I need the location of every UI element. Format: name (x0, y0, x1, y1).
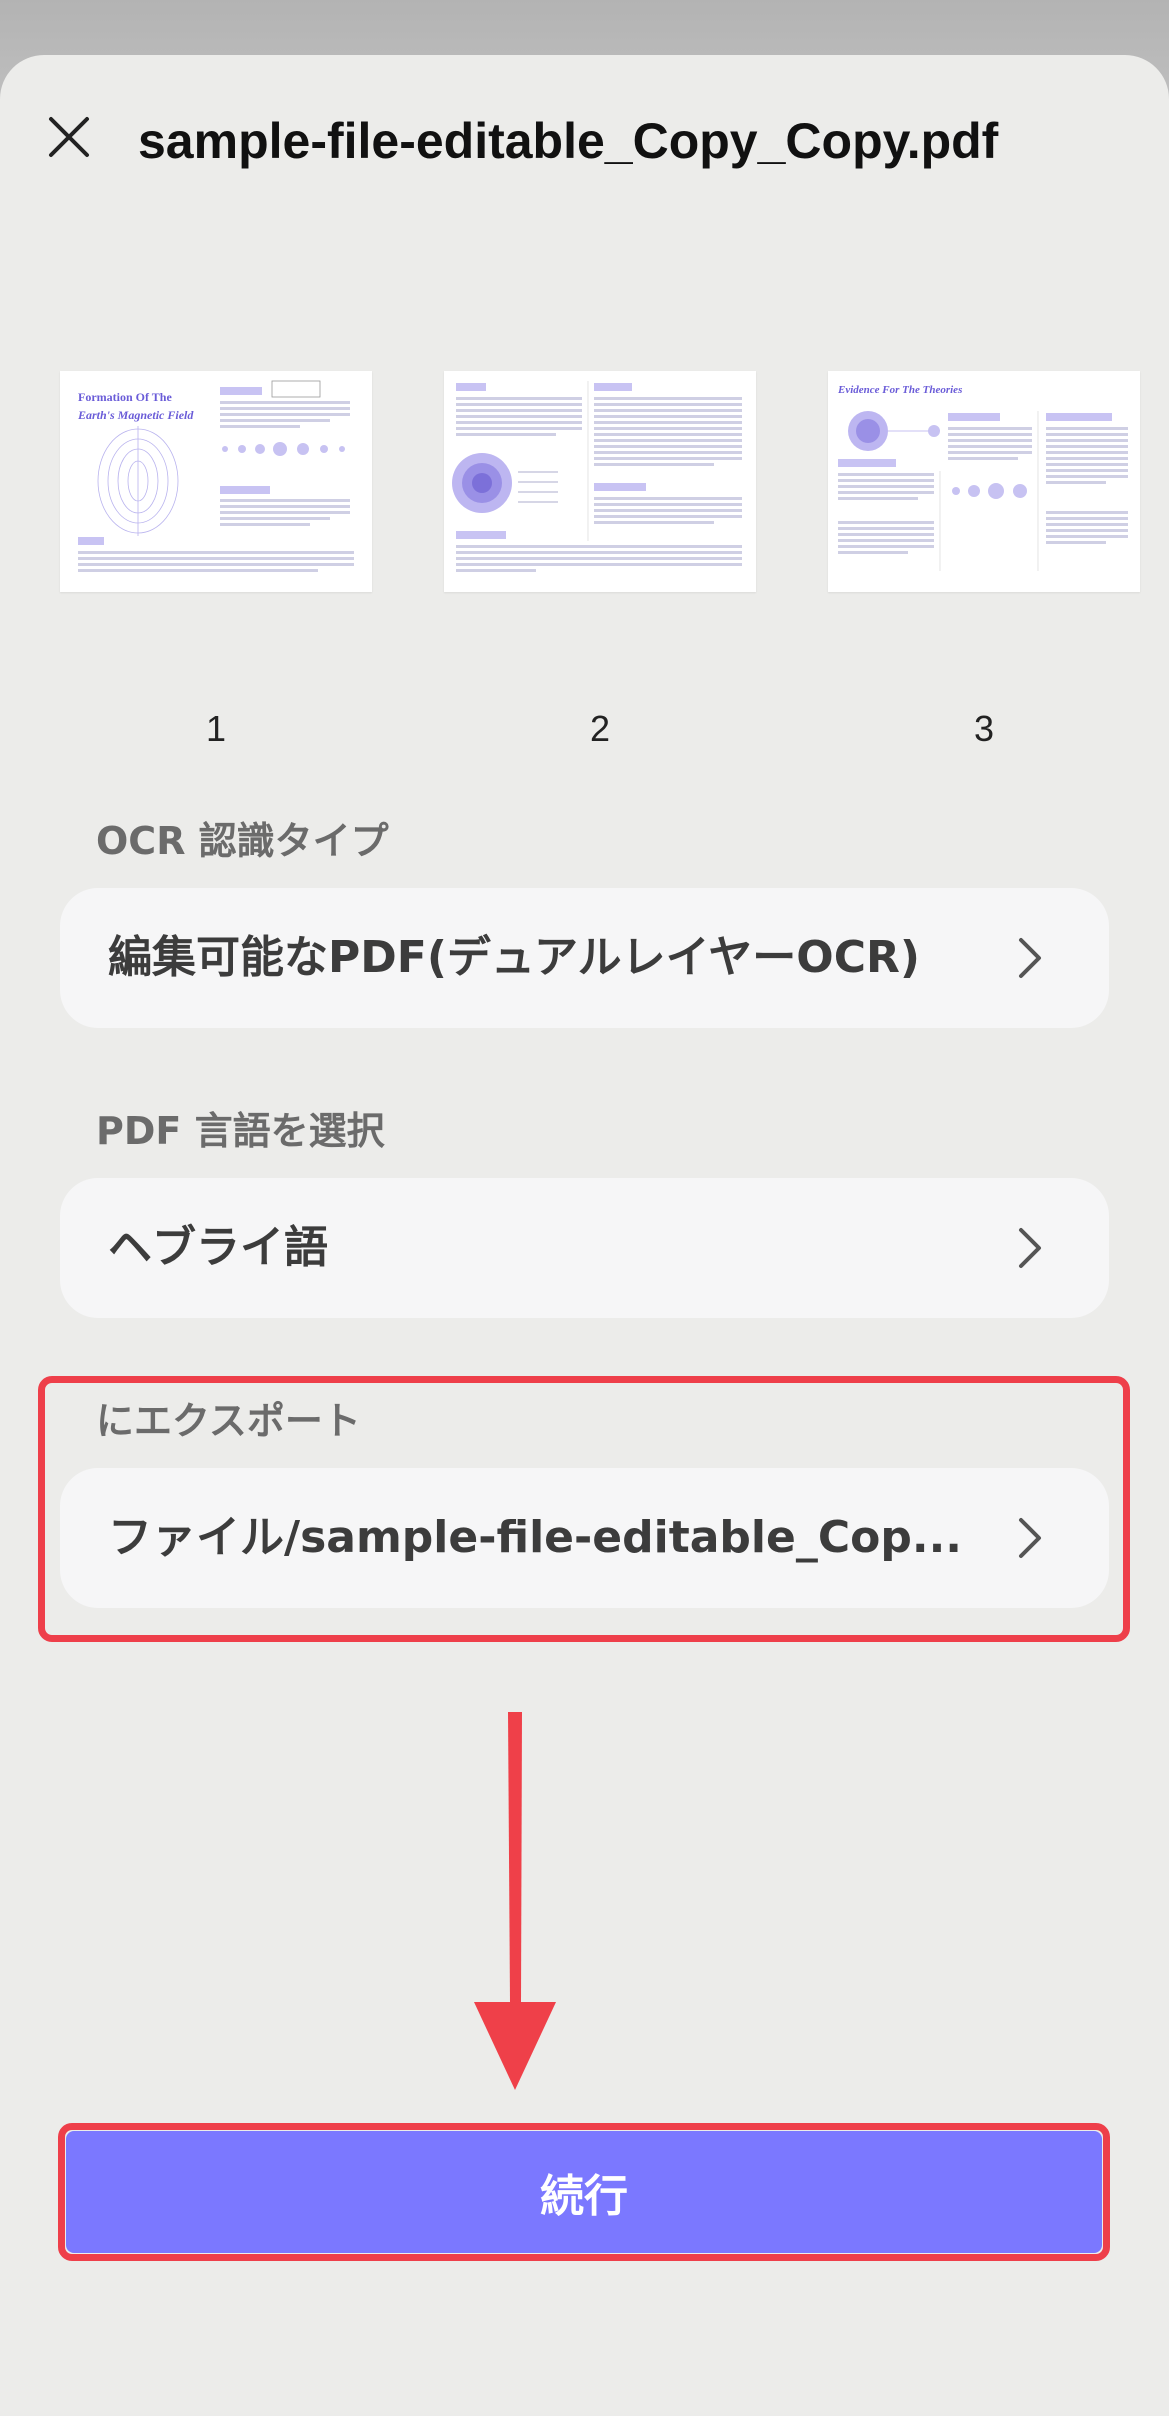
chevron-right-icon (1019, 1228, 1041, 1268)
pdf-language-value: ヘブライ語 (108, 1222, 328, 1273)
ocr-type-value: 編集可能なPDF(デュアルレイヤーOCR) (108, 932, 920, 983)
page-thumbnail-3[interactable]: Evidence For The Theories (828, 371, 1140, 592)
ocr-type-selector[interactable]: 編集可能なPDF(デュアルレイヤーOCR) (60, 888, 1109, 1028)
down-arrow-icon (470, 1712, 560, 2092)
page-thumbnail-1[interactable]: Formation Of The Earth's Magnetic Field (60, 371, 372, 592)
thumb-1-heading-line1: Formation Of The (78, 390, 172, 404)
chevron-right-icon (1019, 1518, 1041, 1558)
thumb-1-heading-line2: Earth's Magnetic Field (77, 408, 194, 422)
sheet-title: sample-file-editable_Copy_Copy.pdf (138, 113, 999, 169)
page-number-2: 2 (589, 708, 611, 749)
export-to-label: にエクスポート (96, 1399, 361, 1443)
page-number-3: 3 (973, 708, 995, 749)
continue-button[interactable]: 続行 (66, 2131, 1102, 2253)
chevron-right-icon (1019, 938, 1041, 978)
close-icon (49, 117, 89, 157)
close-button[interactable] (40, 108, 98, 166)
export-to-selector[interactable]: ファイル/sample-file-editable_Cop... (60, 1468, 1109, 1608)
ocr-type-label: OCR 認識タイプ (96, 819, 389, 863)
export-to-value: ファイル/sample-file-editable_Cop... (108, 1512, 963, 1563)
pdf-language-selector[interactable]: ヘブライ語 (60, 1178, 1109, 1318)
page-thumbnail-2[interactable] (444, 371, 756, 592)
thumb-3-heading: Evidence For The Theories (837, 384, 962, 396)
pdf-language-label: PDF 言語を選択 (96, 1109, 385, 1153)
page-number-1: 1 (205, 708, 227, 749)
